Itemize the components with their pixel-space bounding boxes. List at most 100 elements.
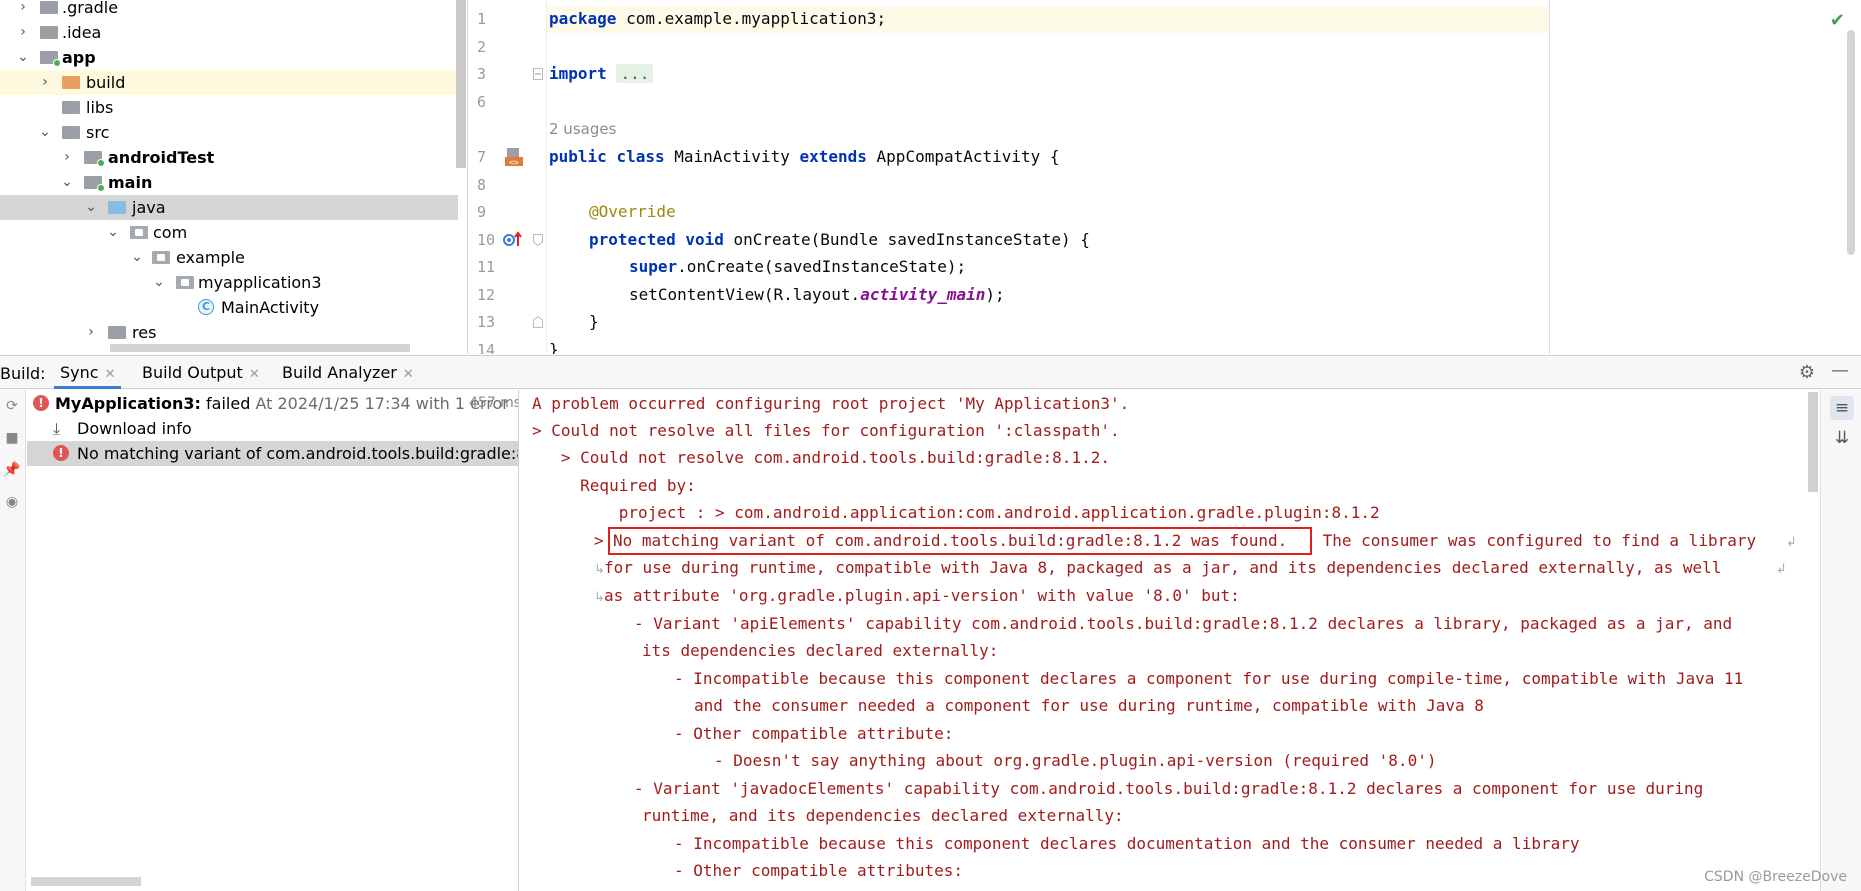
build-root-item[interactable]: ! MyApplication3: failed At 2024/1/25 17…: [27, 391, 518, 416]
tree-item-build[interactable]: › build: [0, 70, 458, 95]
tree-scrollbar[interactable]: [456, 0, 466, 168]
code-line-3[interactable]: import ...: [549, 64, 654, 84]
chevron-right-icon[interactable]: ›: [60, 145, 74, 170]
close-icon[interactable]: ✕: [249, 367, 260, 382]
code-line-11[interactable]: super.onCreate(savedInstanceState);: [629, 257, 966, 277]
code-line-12[interactable]: setContentView(R.layout.activity_main);: [629, 285, 1005, 305]
console-line: > Could not resolve all files for config…: [532, 421, 1120, 440]
tree-item-libs[interactable]: libs: [0, 95, 458, 120]
chevron-down-icon[interactable]: ⌄: [38, 120, 52, 145]
package-icon: [152, 251, 170, 264]
check-icon[interactable]: ✔: [1830, 10, 1845, 31]
tree-item-label: MainActivity: [221, 298, 320, 317]
console-line: Required by:: [532, 476, 696, 495]
code-editor[interactable]: 1 2 3 6 7 8 9 10 11 12 13 14 <> package …: [469, 0, 1861, 354]
tab-build-output[interactable]: Build Output ✕: [136, 356, 266, 389]
console-line: - Other compatible attributes:: [674, 861, 963, 880]
tree-item-main[interactable]: ⌄ main: [0, 170, 458, 195]
code-token: package: [549, 9, 617, 28]
chevron-down-icon[interactable]: ⌄: [16, 45, 30, 70]
tree-item-myapplication3[interactable]: ⌄ myapplication3: [0, 270, 458, 295]
code-line-9[interactable]: @Override: [589, 202, 676, 222]
folder-icon: [40, 1, 58, 14]
module-folder-icon: [40, 51, 61, 67]
error-item-label: No matching variant of com.android.tools…: [77, 444, 518, 463]
fold-icon[interactable]: [533, 316, 543, 328]
editor-gutter: 1 2 3 6 7 8 9 10 11 12 13 14 <>: [469, 0, 547, 354]
tree-item-androidtest[interactable]: › androidTest: [0, 145, 458, 170]
folded-imports[interactable]: ...: [616, 64, 654, 83]
chevron-right-icon[interactable]: ›: [16, 0, 30, 20]
tree-item-java[interactable]: ⌄ java: [0, 195, 458, 220]
tree-item-com[interactable]: ⌄ com: [0, 220, 458, 245]
code-line-7[interactable]: public class MainActivity extends AppCom…: [549, 147, 1060, 167]
error-marker: >: [594, 531, 604, 550]
stop-icon[interactable]: ■: [2, 428, 22, 448]
chevron-down-icon[interactable]: ⌄: [106, 220, 120, 245]
tree-item-gradle[interactable]: › .gradle: [0, 0, 458, 20]
tree-item-example[interactable]: ⌄ example: [0, 245, 458, 270]
svg-text:<>: <>: [509, 158, 519, 167]
tab-sync[interactable]: Sync ✕: [54, 356, 122, 389]
folder-icon: [62, 101, 80, 114]
close-icon[interactable]: ✕: [403, 367, 414, 382]
layout-file-icon[interactable]: <>: [503, 146, 525, 168]
code-line-10[interactable]: protected void onCreate(Bundle savedInst…: [589, 230, 1090, 250]
chevron-down-icon[interactable]: ⌄: [152, 270, 166, 295]
console-line: - Incompatible because this component de…: [674, 669, 1744, 688]
sync-icon[interactable]: ⟳: [2, 396, 22, 416]
pin-icon[interactable]: 📌: [2, 460, 22, 480]
build-tree-scrollbar[interactable]: [31, 877, 141, 886]
minimize-icon[interactable]: —: [1831, 360, 1849, 381]
tree-item-mainactivity[interactable]: C MainActivity: [0, 295, 458, 320]
tab-build-analyzer[interactable]: Build Analyzer ✕: [276, 356, 420, 389]
error-item[interactable]: ! No matching variant of com.android.too…: [27, 441, 518, 466]
tree-item-label: app: [62, 48, 96, 67]
fold-icon[interactable]: [533, 68, 543, 80]
tree-item-res[interactable]: › res: [0, 320, 458, 345]
console-line: - Variant 'javadocElements' capability c…: [634, 779, 1704, 798]
chevron-down-icon[interactable]: ⌄: [84, 195, 98, 220]
code-line-13[interactable]: }: [589, 312, 599, 332]
scroll-to-end-icon[interactable]: ⇊: [1830, 426, 1854, 450]
chevron-right-icon[interactable]: ›: [38, 70, 52, 95]
override-marker-icon[interactable]: [503, 230, 523, 250]
console-scrollbar[interactable]: [1808, 392, 1818, 492]
close-icon[interactable]: ✕: [105, 367, 116, 382]
fold-icon[interactable]: [533, 234, 543, 246]
chevron-right-icon[interactable]: ›: [16, 20, 30, 45]
line-number: 14: [477, 341, 496, 354]
chevron-right-icon[interactable]: ›: [84, 320, 98, 345]
package-icon: [130, 226, 148, 239]
download-icon: ⤓: [53, 419, 61, 438]
tab-label: Build Analyzer: [282, 363, 397, 382]
console-line: runtime, and its dependencies declared e…: [642, 806, 1124, 825]
soft-wrap-toggle-icon[interactable]: ≡: [1830, 396, 1854, 420]
usages-inlay-hint[interactable]: 2 usages: [549, 120, 616, 138]
gear-icon[interactable]: ⚙: [1799, 362, 1815, 383]
code-token: void: [685, 230, 724, 249]
code-token: );: [985, 285, 1005, 304]
chevron-down-icon[interactable]: ⌄: [130, 245, 144, 270]
tree-item-idea[interactable]: › .idea: [0, 20, 458, 45]
tree-item-label: .gradle: [62, 0, 119, 17]
tree-item-src[interactable]: ⌄ src: [0, 120, 458, 145]
console-line-highlighted: No matching variant of com.android.tools…: [613, 531, 1288, 550]
eye-icon[interactable]: ◉: [2, 492, 22, 512]
chevron-down-icon[interactable]: ⌄: [60, 170, 74, 195]
tree-horizontal-scrollbar[interactable]: [110, 344, 410, 352]
console-line: its dependencies declared externally:: [642, 641, 999, 660]
folder-icon: [62, 76, 80, 89]
tree-item-app[interactable]: ⌄ app: [0, 45, 458, 70]
tree-item-label: myapplication3: [198, 273, 322, 292]
editor-scrollbar[interactable]: [1847, 30, 1855, 255]
code-line-14[interactable]: }: [549, 340, 559, 354]
folder-icon: [108, 201, 126, 214]
download-info-item[interactable]: ⤓ Download info: [27, 416, 518, 441]
code-token: super: [629, 257, 678, 276]
download-info-label: Download info: [77, 419, 192, 438]
line-number: 12: [477, 286, 496, 304]
build-console[interactable]: A problem occurred configuring root proj…: [520, 390, 1820, 891]
code-line-1[interactable]: package com.example.myapplication3;: [549, 9, 886, 29]
project-name: MyApplication3:: [55, 394, 201, 413]
